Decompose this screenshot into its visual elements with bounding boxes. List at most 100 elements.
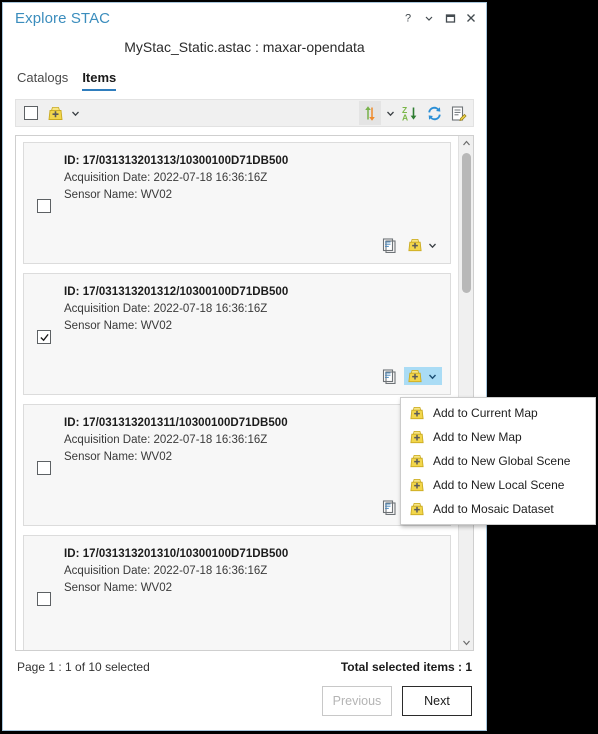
item-details-button[interactable] — [380, 496, 400, 518]
item-add-group-active[interactable] — [404, 367, 442, 385]
check-mark-icon — [39, 333, 49, 341]
sort-za-button[interactable]: Z A — [399, 101, 421, 125]
catalog-subtitle: MyStac_Static.astac : maxar-opendata — [124, 39, 365, 55]
refresh-icon — [427, 106, 441, 120]
item-acquisition-date: Acquisition Date: 2022-07-18 16:36:16Z — [64, 172, 268, 184]
item-add-group[interactable] — [404, 236, 442, 254]
scrollbar-thumb[interactable] — [462, 153, 471, 293]
add-layer-icon — [47, 106, 63, 120]
item-details-icon — [382, 500, 396, 515]
item-checkbox-cell[interactable] — [24, 536, 64, 650]
menu-item-label: Add to New Local Scene — [433, 478, 565, 492]
tab-items[interactable]: Items — [82, 70, 117, 91]
window-controls: ? — [398, 9, 480, 28]
item-acquisition-date: Acquisition Date: 2022-07-18 16:36:16Z — [64, 303, 268, 315]
item-sensor-name: Sensor Name: WV02 — [64, 189, 173, 201]
add-layer-icon — [410, 502, 424, 516]
item-id: ID: 17/031313201310/10300100D71DB500 — [64, 548, 289, 560]
items-toolbar: Z A — [15, 99, 474, 127]
item-checkbox-cell[interactable] — [24, 143, 64, 263]
previous-button[interactable]: Previous — [322, 686, 392, 716]
item-select-checkbox[interactable] — [37, 592, 51, 606]
window-title: Explore STAC — [15, 9, 111, 27]
item-actions — [380, 234, 442, 256]
item-select-checkbox[interactable] — [37, 330, 51, 344]
toolbar-add-dropdown-chevron[interactable] — [68, 108, 82, 119]
menu-item-add-to-current-map[interactable]: Add to Current Map — [401, 401, 595, 425]
pagination-buttons: Previous Next — [3, 674, 486, 730]
explore-stac-dialog: Explore STAC ? MyStac_Static.astac : max… — [2, 2, 487, 731]
item-details-icon — [382, 238, 396, 253]
scroll-down-icon[interactable] — [459, 635, 473, 650]
item-checkbox-cell[interactable] — [24, 405, 64, 525]
item-details: ID: 17/031313201310/10300100D71DB500 Acq… — [64, 536, 450, 650]
item-id: ID: 17/031313201311/10300100D71DB500 — [64, 417, 288, 429]
sort-dropdown-chevron[interactable] — [383, 108, 397, 119]
menu-item-label: Add to Mosaic Dataset — [433, 502, 554, 516]
item-details-button[interactable] — [380, 234, 400, 256]
item-sensor-name: Sensor Name: WV02 — [64, 320, 173, 332]
toolbar-add-button[interactable] — [44, 101, 66, 125]
item-sensor-name: Sensor Name: WV02 — [64, 582, 173, 594]
items-scrollbar[interactable] — [458, 136, 473, 650]
toolbar-container: Z A — [3, 91, 486, 127]
sort-order-icon — [365, 105, 375, 121]
status-bar: Page 1 : 1 of 10 selected Total selected… — [3, 651, 486, 674]
tab-bar: Catalogs Items — [3, 65, 486, 91]
sort-za-icon: Z A — [402, 105, 417, 122]
item-card[interactable]: ID: 17/031313201312/10300100D71DB500 Acq… — [23, 273, 451, 395]
item-details: ID: 17/031313201311/10300100D71DB500 Acq… — [64, 405, 450, 525]
item-card[interactable]: ID: 17/031313201311/10300100D71DB500 Acq… — [23, 404, 451, 526]
item-details: ID: 17/031313201312/10300100D71DB500 Acq… — [64, 274, 450, 394]
svg-text:A: A — [402, 112, 408, 122]
svg-text:?: ? — [404, 13, 410, 25]
help-icon[interactable]: ? — [398, 9, 417, 28]
select-all-checkbox[interactable] — [24, 106, 38, 120]
menu-item-label: Add to New Global Scene — [433, 454, 571, 468]
item-checkbox-cell[interactable] — [24, 274, 64, 394]
item-acquisition-date: Acquisition Date: 2022-07-18 16:36:16Z — [64, 434, 268, 446]
add-layer-icon — [410, 478, 424, 492]
item-id: ID: 17/031313201312/10300100D71DB500 — [64, 286, 289, 298]
menu-item-add-to-new-map[interactable]: Add to New Map — [401, 425, 595, 449]
add-layer-icon — [410, 406, 424, 420]
title-bar: Explore STAC ? — [3, 3, 486, 33]
item-select-checkbox[interactable] — [37, 199, 51, 213]
add-layer-icon — [410, 454, 424, 468]
item-details-button[interactable] — [380, 365, 400, 387]
item-id: ID: 17/031313201313/10300100D71DB500 — [64, 155, 289, 167]
menu-item-label: Add to Current Map — [433, 406, 538, 420]
scroll-up-icon[interactable] — [459, 136, 473, 151]
item-details-icon — [382, 369, 396, 384]
page-background: Explore STAC ? MyStac_Static.astac : max… — [0, 0, 598, 734]
edit-query-icon — [451, 105, 467, 121]
edit-query-button[interactable] — [447, 101, 469, 125]
add-layer-icon — [410, 430, 424, 444]
maximize-icon[interactable] — [440, 9, 459, 28]
item-actions — [380, 365, 442, 387]
refresh-button[interactable] — [423, 101, 445, 125]
item-select-checkbox[interactable] — [37, 461, 51, 475]
menu-item-label: Add to New Map — [433, 430, 522, 444]
tab-catalogs[interactable]: Catalogs — [17, 70, 68, 91]
item-card[interactable]: ID: 17/031313201313/10300100D71DB500 Acq… — [23, 142, 451, 264]
next-button[interactable]: Next — [402, 686, 472, 716]
item-sensor-name: Sensor Name: WV02 — [64, 451, 173, 463]
menu-item-add-to-new-local-scene[interactable]: Add to New Local Scene — [401, 473, 595, 497]
item-details: ID: 17/031313201313/10300100D71DB500 Acq… — [64, 143, 450, 263]
add-layer-icon — [408, 369, 422, 383]
item-add-dropdown-chevron[interactable] — [425, 240, 439, 251]
sort-order-button[interactable] — [359, 101, 381, 125]
select-all-checkbox-cell[interactable] — [20, 101, 42, 125]
chevron-down-icon[interactable] — [419, 9, 438, 28]
add-layer-icon — [408, 238, 422, 252]
menu-item-add-to-new-global-scene[interactable]: Add to New Global Scene — [401, 449, 595, 473]
menu-item-add-to-mosaic-dataset[interactable]: Add to Mosaic Dataset — [401, 497, 595, 521]
add-to-context-menu: Add to Current Map Add to New Map Add to… — [400, 397, 596, 525]
close-icon[interactable] — [461, 9, 480, 28]
page-status-text: Page 1 : 1 of 10 selected — [17, 660, 150, 674]
total-selected-text: Total selected items : 1 — [340, 660, 472, 674]
item-acquisition-date: Acquisition Date: 2022-07-18 16:36:16Z — [64, 565, 268, 577]
item-card[interactable]: ID: 17/031313201310/10300100D71DB500 Acq… — [23, 535, 451, 650]
item-add-dropdown-chevron[interactable] — [425, 371, 439, 382]
